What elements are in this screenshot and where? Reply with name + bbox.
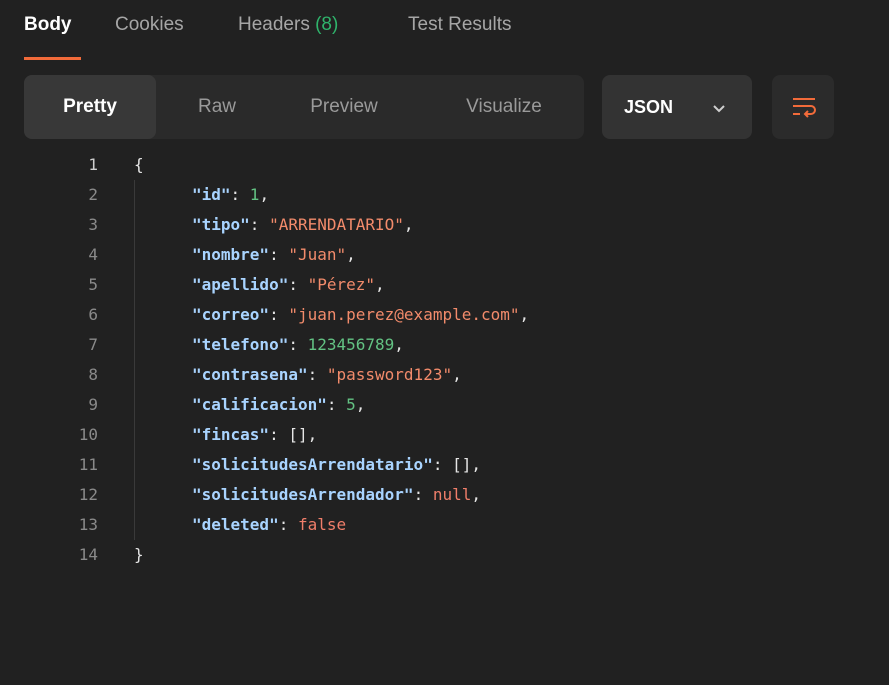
code-text: { xyxy=(134,150,144,180)
json-pun-token: : xyxy=(230,185,250,204)
format-selected-value: JSON xyxy=(624,97,674,117)
code-text: "id": 1, xyxy=(192,180,269,210)
code-text: "calificacion": 5, xyxy=(192,390,365,420)
code-text: "deleted": false xyxy=(192,510,346,540)
line-number: 4 xyxy=(88,245,98,264)
line-number: 9 xyxy=(88,395,98,414)
json-str-token: "ARRENDATARIO" xyxy=(269,215,404,234)
line-number: 14 xyxy=(78,545,98,564)
line-number: 12 xyxy=(78,485,98,504)
view-mode-raw[interactable]: Raw xyxy=(161,75,273,139)
tab-body[interactable]: Body xyxy=(24,14,72,36)
json-pun-token: , xyxy=(403,215,414,234)
json-pun-token: : xyxy=(326,395,347,414)
line-number: 6 xyxy=(88,305,98,324)
code-text: "solicitudesArrendador": null, xyxy=(192,480,481,510)
json-str-token: "Pérez" xyxy=(307,275,376,294)
json-pun-token: : [], xyxy=(269,425,318,444)
headers-count-badge: (8) xyxy=(315,14,339,35)
line-number: 7 xyxy=(88,335,98,354)
chevron-down-icon xyxy=(712,101,726,119)
code-text: "solicitudesArrendatario": [], xyxy=(192,450,481,480)
json-key-token: "solicitudesArrendador" xyxy=(192,485,414,504)
json-pun-token: : xyxy=(278,515,298,534)
view-mode-pretty[interactable]: Pretty xyxy=(24,75,156,139)
active-tab-indicator xyxy=(24,57,81,60)
json-key-token: "deleted" xyxy=(192,515,279,534)
code-text: "tipo": "ARRENDATARIO", xyxy=(192,210,414,240)
json-pun-token: , xyxy=(375,275,385,294)
json-pun-token: , xyxy=(452,365,462,384)
response-tabs: Body Cookies Headers (8) Test Results xyxy=(0,0,889,62)
line-number: 3 xyxy=(88,215,98,234)
json-pun-token: , xyxy=(394,335,404,354)
json-pun-token: , xyxy=(471,485,481,504)
code-text: "telefono": 123456789, xyxy=(192,330,404,360)
line-number: 11 xyxy=(78,455,98,474)
json-editor[interactable]: 1 {2 "id": 1, 3 "tipo": "ARRENDATARIO", 4 "nom… xyxy=(0,150,889,660)
json-key-token: "contrasena" xyxy=(192,365,308,384)
tab-headers[interactable]: Headers (8) xyxy=(238,14,338,36)
json-pun-token: : [], xyxy=(432,455,481,474)
line-number: 1 xyxy=(88,155,98,174)
line-number: 13 xyxy=(78,515,98,534)
json-pun-token: , xyxy=(355,395,366,414)
tab-headers-label: Headers xyxy=(238,14,310,35)
json-pun-token: : xyxy=(413,485,433,504)
json-key-token: "solicitudesArrendatario" xyxy=(192,455,433,474)
json-num-token: 123456789 xyxy=(307,335,395,354)
json-key-token: "fincas" xyxy=(192,425,270,444)
code-text: "contrasena": "password123", xyxy=(192,360,462,390)
json-key-token: "correo" xyxy=(192,305,270,324)
json-brace-token: } xyxy=(134,545,144,564)
wrap-lines-button[interactable] xyxy=(772,75,834,139)
json-pun-token: , xyxy=(519,305,530,324)
json-key-token: "nombre" xyxy=(192,245,270,264)
json-str-token: "juan.perez@example.com" xyxy=(288,305,520,324)
json-kw-token: null xyxy=(432,485,472,504)
json-pun-token: , xyxy=(259,185,270,204)
json-pun-token: , xyxy=(346,245,356,264)
code-text: "apellido": "Pérez", xyxy=(192,270,385,300)
line-number: 10 xyxy=(78,425,98,444)
json-num-token: 1 xyxy=(249,185,260,204)
line-number: 5 xyxy=(88,275,98,294)
view-mode-selector: Pretty Raw Preview Visualize xyxy=(24,75,584,139)
json-brace-token: { xyxy=(134,155,144,174)
tab-cookies[interactable]: Cookies xyxy=(115,14,184,36)
code-text: "nombre": "Juan", xyxy=(192,240,356,270)
tab-test-results[interactable]: Test Results xyxy=(408,14,511,36)
view-mode-preview[interactable]: Preview xyxy=(279,75,409,139)
json-pun-token: : xyxy=(288,335,308,354)
json-key-token: "id" xyxy=(192,185,231,204)
json-pun-token: : xyxy=(288,275,308,294)
json-pun-token: : xyxy=(269,305,289,324)
format-dropdown[interactable]: JSON xyxy=(602,75,752,139)
json-pun-token: : xyxy=(249,215,270,234)
indent-guide xyxy=(134,180,135,540)
json-pun-token: : xyxy=(307,365,327,384)
code-text: } xyxy=(134,540,144,570)
json-pun-token: : xyxy=(269,245,289,264)
code-text: "correo": "juan.perez@example.com", xyxy=(192,300,529,330)
json-key-token: "telefono" xyxy=(192,335,289,354)
line-number: 2 xyxy=(88,185,98,204)
json-num-token: 5 xyxy=(346,395,356,414)
line-number: 8 xyxy=(88,365,98,384)
json-str-token: "Juan" xyxy=(288,245,347,264)
json-key-token: "apellido" xyxy=(192,275,289,294)
view-mode-visualize[interactable]: Visualize xyxy=(429,75,579,139)
json-kw-token: false xyxy=(297,515,347,534)
code-text: "fincas": [], xyxy=(192,420,317,450)
json-key-token: "calificacion" xyxy=(192,395,327,414)
json-str-token: "password123" xyxy=(326,365,453,384)
json-key-token: "tipo" xyxy=(192,215,250,234)
